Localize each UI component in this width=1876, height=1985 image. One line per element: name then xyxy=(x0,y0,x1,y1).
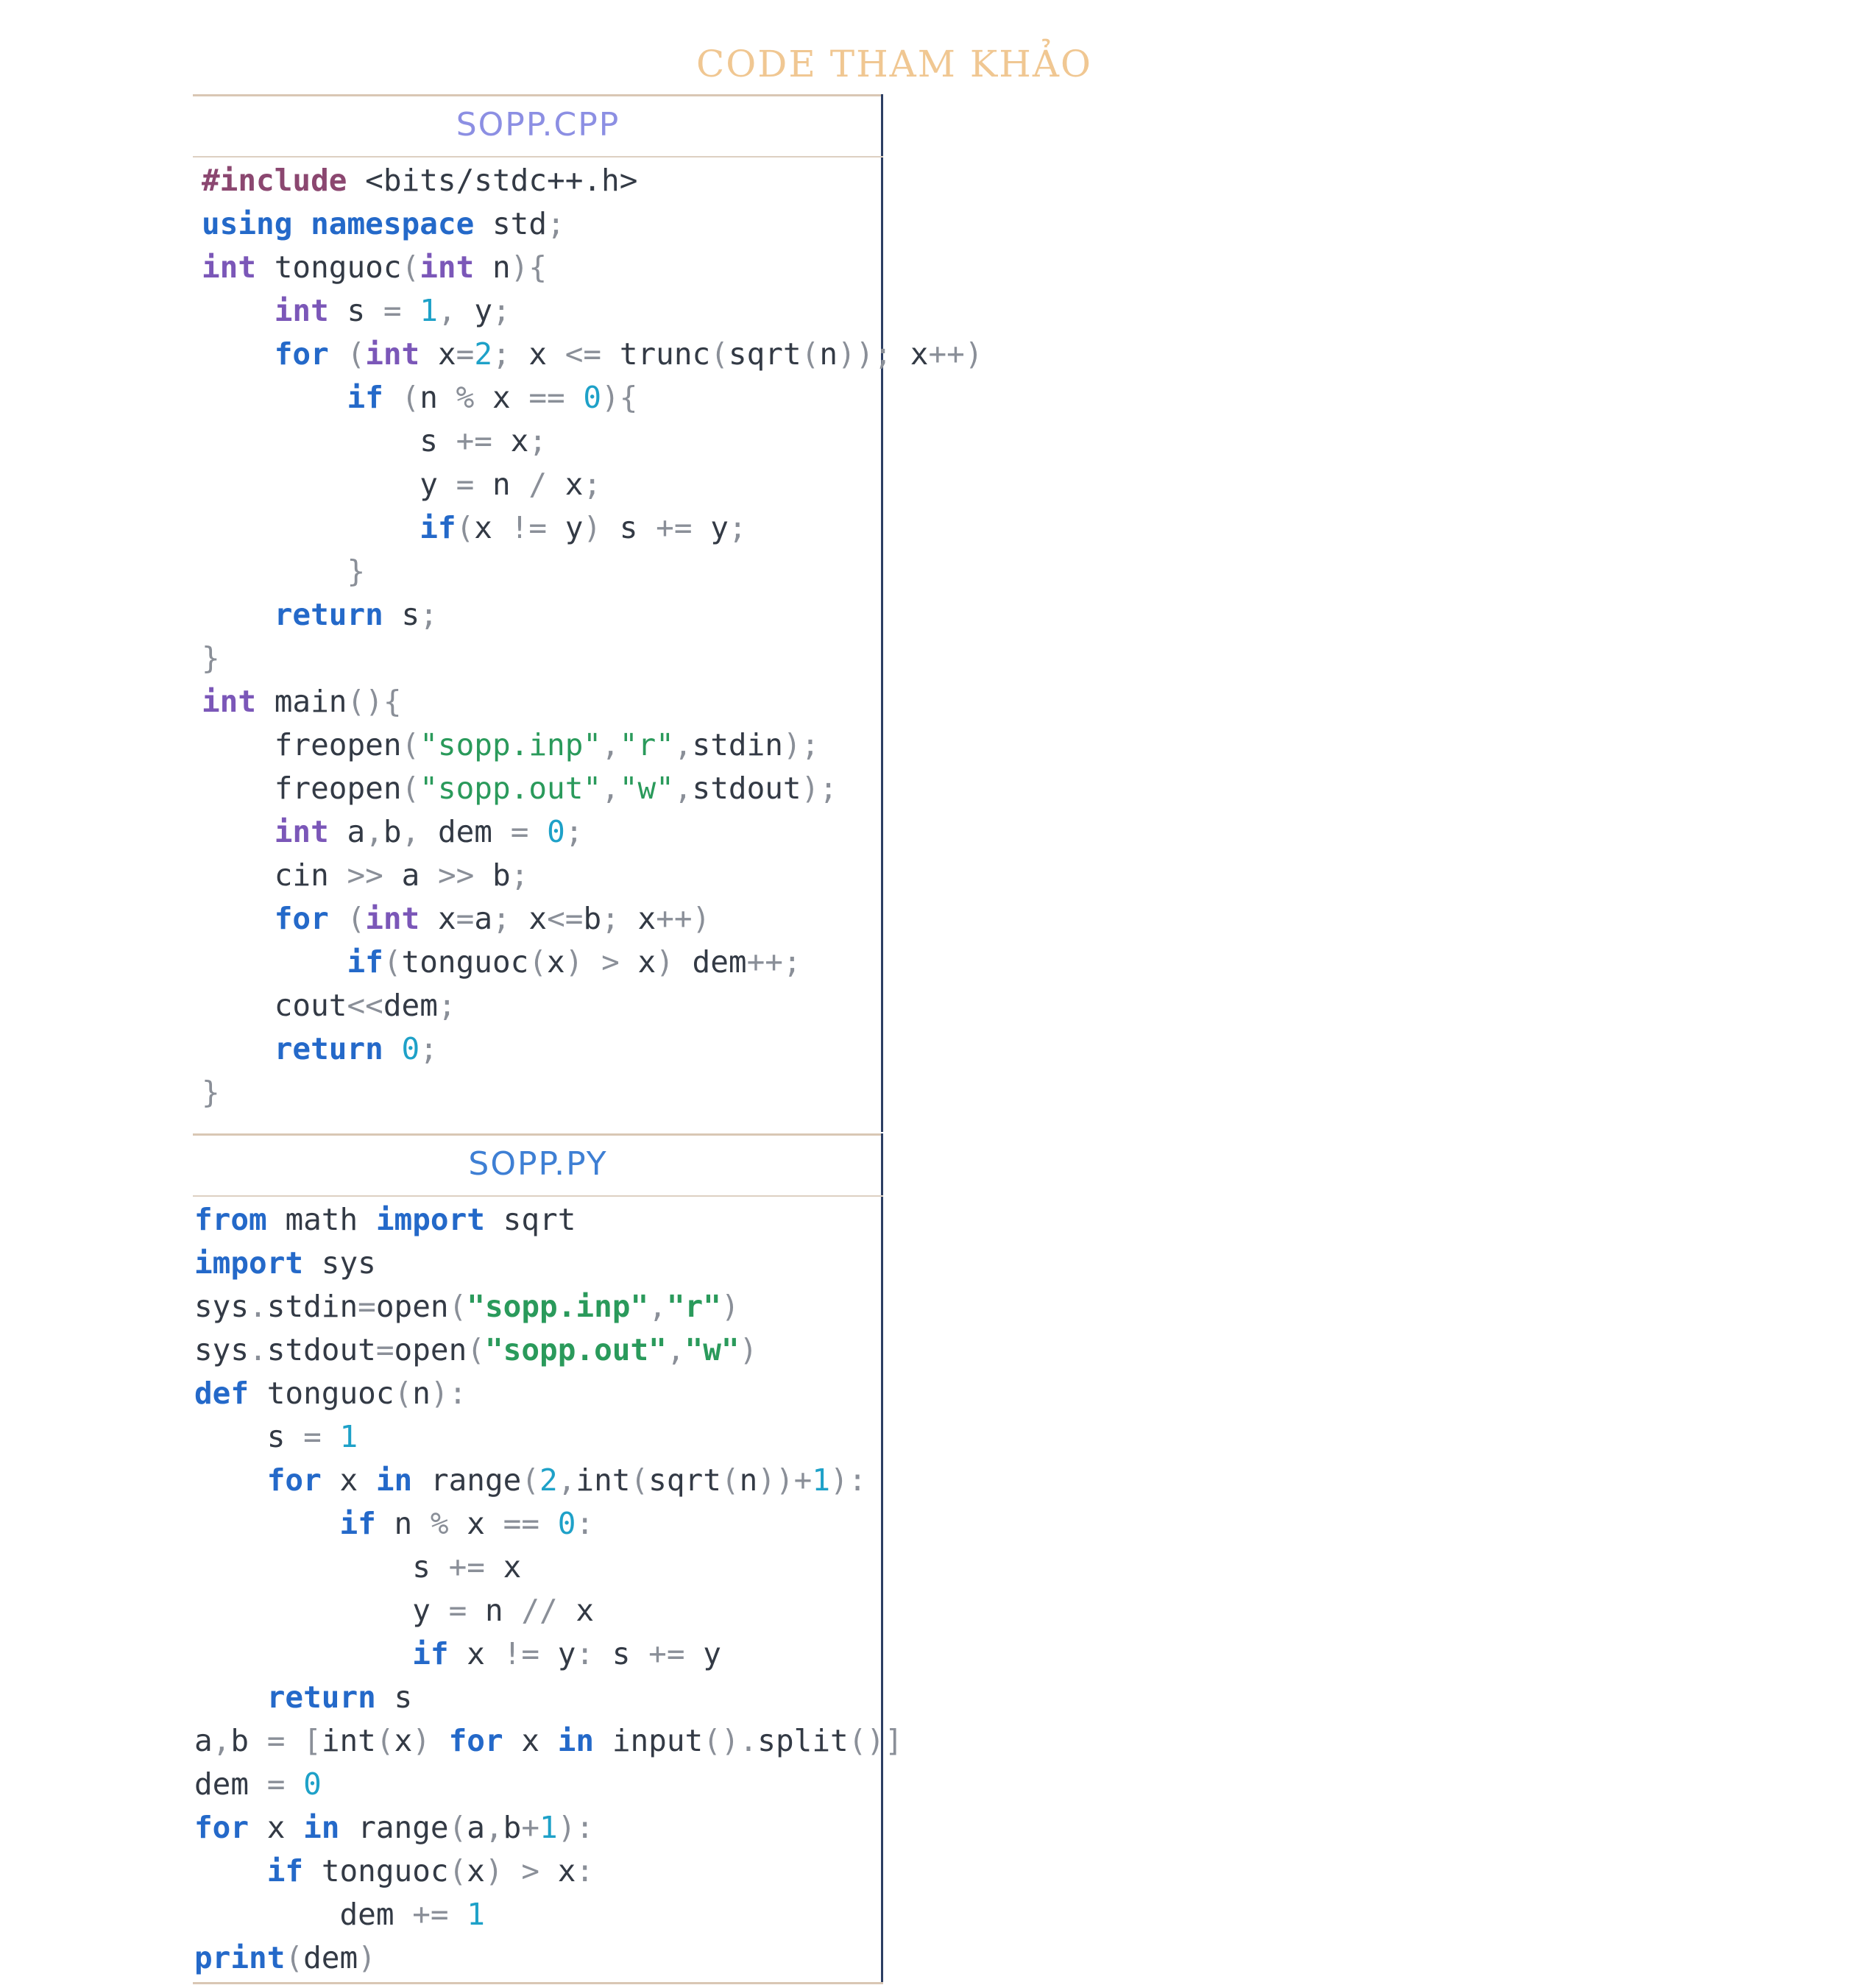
py-code-line: if tonguoc(x) > x: xyxy=(266,1853,595,1889)
py-code-line: for x in range(2,int(sqrt(n))+1): xyxy=(266,1462,867,1498)
cpp-code-line: s += x; xyxy=(420,423,548,459)
cpp-code-line: for (int x=2; x <= trunc(sqrt(n)); x++) xyxy=(274,336,983,372)
py-code-line: return s xyxy=(266,1680,413,1715)
py-code-line: s += x xyxy=(412,1549,522,1585)
cpp-code-line: for (int x=a; x<=b; x++) xyxy=(274,901,711,936)
cpp-panel-right-border xyxy=(881,94,883,1132)
cpp-code-line: } xyxy=(202,640,220,676)
py-code-line: a,b = [int(x) for x in input().split()] xyxy=(194,1723,903,1758)
cpp-code-line: } xyxy=(202,1075,220,1110)
py-code-line: for x in range(a,b+1): xyxy=(194,1810,595,1845)
py-code-line: y = n // x xyxy=(412,1593,595,1628)
py-title-divider xyxy=(193,1195,883,1197)
cpp-code-line: if(x != y) s += y; xyxy=(420,510,747,545)
cpp-code-line: y = n / x; xyxy=(420,467,602,502)
cpp-code-line: int a,b, dem = 0; xyxy=(274,814,584,849)
py-code-line: dem = 0 xyxy=(194,1766,322,1802)
py-code-line: sys.stdout=open("sopp.out","w") xyxy=(194,1332,758,1367)
cpp-filename: SOPP.CPP xyxy=(456,106,620,144)
py-code-line: dem += 1 xyxy=(339,1897,485,1932)
cpp-title-divider xyxy=(193,156,883,158)
cpp-code-line: cout<<dem; xyxy=(274,988,456,1023)
py-code-line: from math import sqrt xyxy=(194,1202,576,1237)
cpp-code-line: } xyxy=(347,553,366,589)
cpp-code-line: cin >> a >> b; xyxy=(274,857,529,893)
py-code-line: s = 1 xyxy=(266,1419,358,1454)
py-filename: SOPP.PY xyxy=(468,1145,608,1183)
py-code-line: sys.stdin=open("sopp.inp","r") xyxy=(194,1289,740,1324)
cpp-code-line: if (n % x == 0){ xyxy=(347,380,638,415)
cpp-code-line: int tonguoc(int n){ xyxy=(202,250,548,285)
cpp-code-line: using namespace std; xyxy=(202,206,565,241)
cpp-code-line: return s; xyxy=(274,597,438,632)
py-code-panel: SOPP.PY from math import sqrt import sys s… xyxy=(193,1133,903,1984)
py-code-line: print(dem) xyxy=(194,1940,376,1975)
py-panel-top-border xyxy=(193,1133,883,1136)
cpp-code-line: freopen("sopp.inp","r",stdin); xyxy=(274,727,820,762)
page-title: CODE THAM KHẢO xyxy=(696,43,1092,85)
cpp-code-line: if(tonguoc(x) > x) dem++; xyxy=(347,944,801,980)
py-code-line: if n % x == 0: xyxy=(339,1506,595,1541)
cpp-code-line: int s = 1, y; xyxy=(274,293,511,328)
py-code-line: import sys xyxy=(194,1245,376,1281)
py-code-line: if x != y: s += y xyxy=(412,1636,721,1671)
cpp-code-line: #include <bits/stdc++.h> xyxy=(202,163,638,198)
py-panel-bottom-border xyxy=(193,1982,883,1984)
py-panel-right-border xyxy=(881,1133,883,1984)
py-code-line: def tonguoc(n): xyxy=(194,1376,467,1411)
cpp-code-line: freopen("sopp.out","w",stdout); xyxy=(274,771,838,806)
cpp-code-line: return 0; xyxy=(274,1031,438,1066)
cpp-code-line: int main(){ xyxy=(202,684,402,719)
cpp-code-panel: SOPP.CPP #include <bits/stdc++.h> using n… xyxy=(193,94,983,1132)
cpp-panel-top-border xyxy=(193,94,883,96)
